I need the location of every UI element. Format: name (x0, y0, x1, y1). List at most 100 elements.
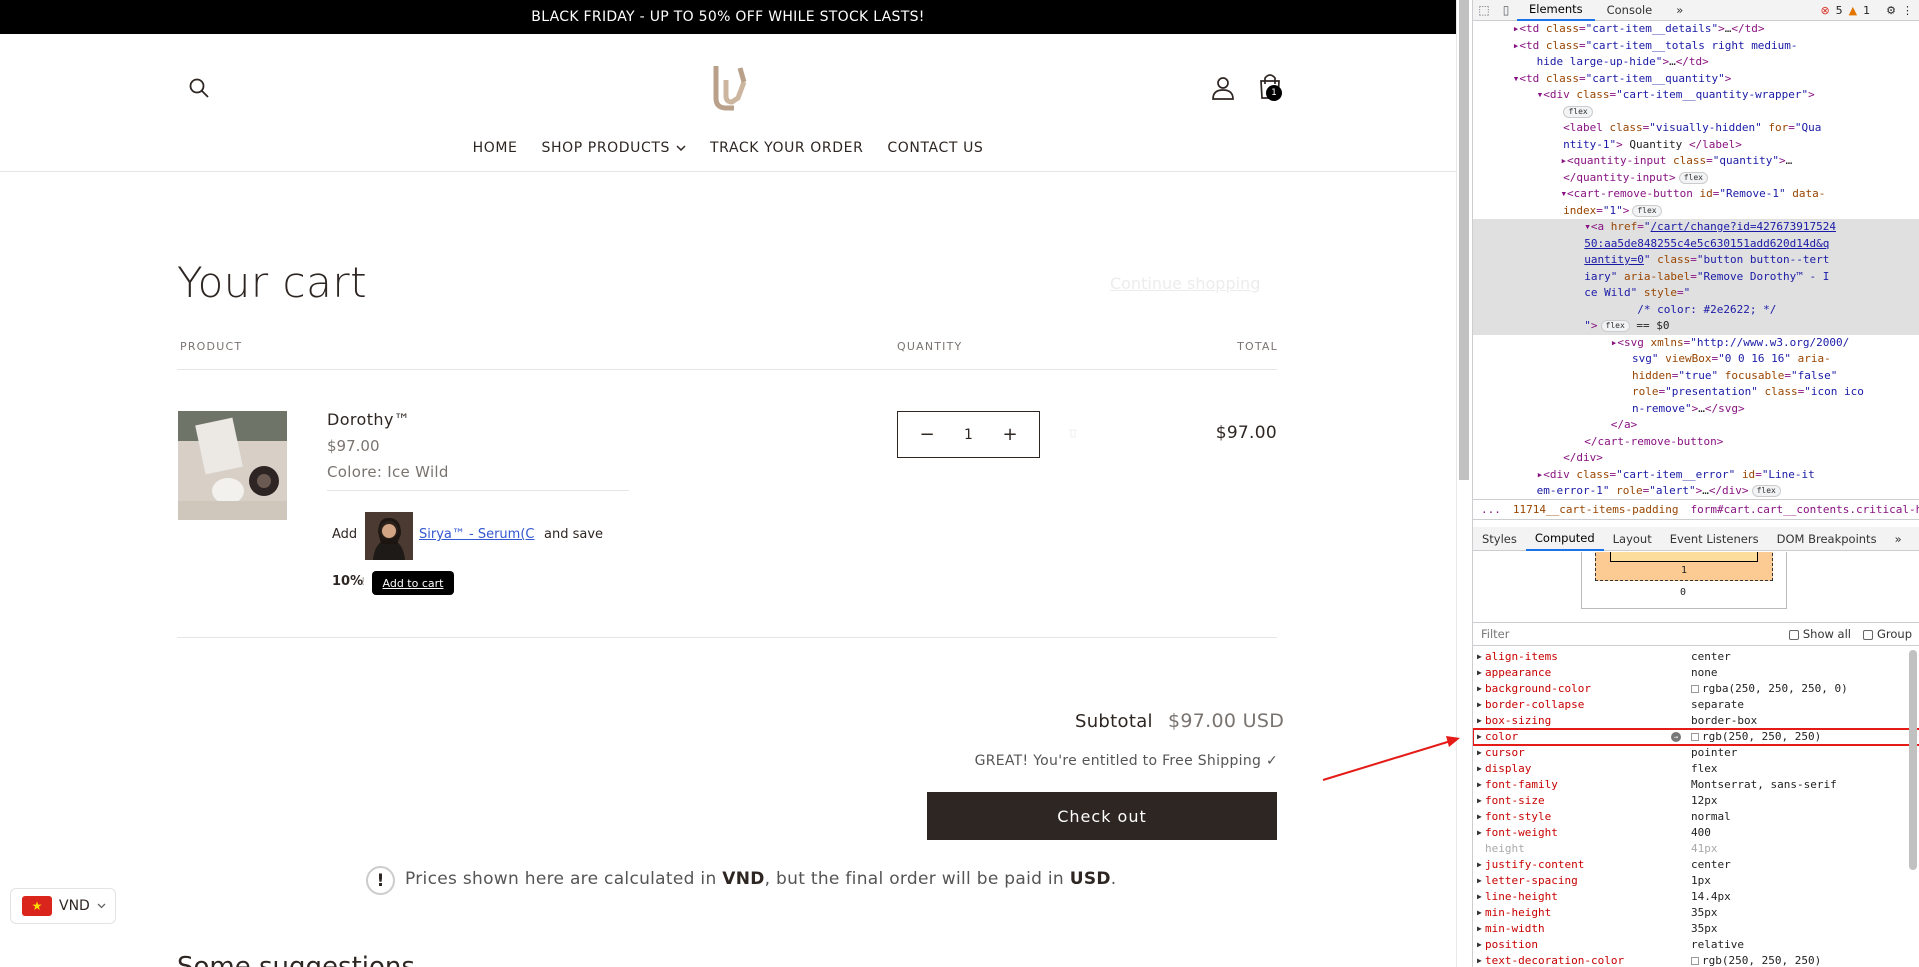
product-name[interactable]: Dorothy™ (327, 410, 410, 429)
quantity-decrease-button[interactable]: − (916, 424, 938, 445)
more-tabs-icon[interactable]: » (1664, 0, 1695, 21)
inspect-element-icon[interactable]: ⬚ (1473, 0, 1495, 21)
computed-property-row[interactable]: ▶ line-height 14.4px (1473, 889, 1919, 905)
computed-property-row[interactable]: ▶ appearance none (1473, 665, 1919, 681)
dom-node-line[interactable]: ce Wild" style=" (1473, 285, 1919, 302)
computed-property-row[interactable]: ▶ cursor pointer (1473, 745, 1919, 761)
dom-node-line[interactable]: flex (1473, 104, 1919, 121)
brand-logo[interactable] (710, 60, 750, 112)
computed-property-row[interactable]: height 41px (1473, 841, 1919, 857)
computed-property-row[interactable]: ▶ color → rgb(250, 250, 250) (1473, 728, 1919, 746)
computed-property-row[interactable]: ▶ background-color rgba(250, 250, 250, 0) (1473, 681, 1919, 697)
expand-triangle-icon[interactable]: ▶ (1473, 953, 1485, 967)
computed-property-row[interactable]: ▶ text-decoration-color rgb(250, 250, 250) (1473, 953, 1919, 967)
computed-property-row[interactable]: ▶ min-width 35px (1473, 921, 1919, 937)
dom-node-line[interactable]: ▸<quantity-input class="quantity">… (1473, 153, 1919, 170)
color-swatch-icon[interactable] (1691, 733, 1699, 741)
nav-shop-products[interactable]: SHOP PRODUCTS (541, 140, 686, 156)
expand-triangle-icon[interactable]: ▶ (1473, 873, 1485, 889)
expand-triangle-icon[interactable]: ▶ (1473, 889, 1485, 905)
expand-triangle-icon[interactable]: ▶ (1473, 745, 1485, 761)
dom-node-line[interactable]: hide large-up-hide">…</td> (1473, 54, 1919, 71)
dom-node-line[interactable]: iary" aria-label="Remove Dorothy™ - I (1473, 268, 1919, 285)
expand-triangle-icon[interactable]: ▶ (1473, 681, 1485, 697)
dom-node-line[interactable]: <label class="visually-hidden" for="Qua (1473, 120, 1919, 137)
computed-property-row[interactable]: ▶ align-items center (1473, 649, 1919, 665)
dom-node-line[interactable]: ▾<td class="cart-item__quantity"> (1473, 71, 1919, 88)
dom-node-line[interactable]: "> flex == $0 (1473, 318, 1919, 335)
goto-source-icon[interactable]: → (1671, 732, 1681, 742)
color-swatch-icon[interactable] (1691, 685, 1699, 693)
continue-shopping-link[interactable]: Continue shopping (1110, 274, 1260, 293)
remove-item-icon[interactable] (1068, 428, 1078, 438)
dom-node-line[interactable]: 50:aa5de848255c4e5c630151add620d14d&q (1473, 235, 1919, 252)
dom-breadcrumb[interactable]: ... 11714__cart-items-padding form#cart.… (1473, 499, 1919, 520)
dom-node-line[interactable]: ▸<svg xmlns="http://www.w3.org/2000/ (1473, 335, 1919, 352)
tab-console[interactable]: Console (1595, 0, 1665, 21)
expand-triangle-icon[interactable]: ▶ (1473, 649, 1485, 665)
dom-node-line[interactable]: ▸<td class="cart-item__totals right medi… (1473, 38, 1919, 55)
dom-node-line[interactable]: uantity=0" class="button button--tert (1473, 252, 1919, 269)
more-subtabs-icon[interactable]: » (1886, 527, 1911, 551)
settings-gear-icon[interactable]: ⚙ (1886, 4, 1896, 17)
expand-triangle-icon[interactable]: ▶ (1473, 761, 1485, 777)
dom-node-line[interactable]: ▸<td class="cart-item__details">…</td> (1473, 21, 1919, 38)
dom-node-line[interactable]: ▾<div class="cart-item__quantity-wrapper… (1473, 87, 1919, 104)
filter-input[interactable]: Filter (1481, 627, 1509, 641)
dom-node-line[interactable]: ntity-1"> Quantity </label> (1473, 137, 1919, 154)
dom-node-line[interactable]: em-error-1" role="alert">…</div> flex (1473, 483, 1919, 499)
dom-node-line[interactable]: role="presentation" class="icon ico (1473, 384, 1919, 401)
upsell-add-to-cart-button[interactable]: Add to cart (372, 571, 454, 595)
tab-elements[interactable]: Elements (1517, 0, 1595, 21)
product-image[interactable] (178, 411, 287, 520)
tab-computed[interactable]: Computed (1525, 527, 1604, 551)
computed-property-row[interactable]: ▶ font-weight 400 (1473, 825, 1919, 841)
expand-triangle-icon[interactable]: ▶ (1473, 905, 1485, 921)
expand-triangle-icon[interactable]: ▶ (1473, 777, 1485, 793)
search-icon[interactable] (187, 76, 211, 100)
computed-property-row[interactable]: ▶ justify-content center (1473, 857, 1919, 873)
expand-triangle-icon[interactable]: ▶ (1473, 825, 1485, 841)
checkout-button[interactable]: Check out (927, 792, 1277, 840)
device-toolbar-icon[interactable]: ▯ (1495, 0, 1517, 21)
computed-property-row[interactable]: ▶ border-collapse separate (1473, 697, 1919, 713)
dom-tree[interactable]: ▸<td class="cart-item__details">…</td> ▸<… (1473, 21, 1919, 499)
nav-contact-us[interactable]: CONTACT US (887, 140, 983, 156)
breadcrumb-overflow-left[interactable]: ... (1481, 503, 1501, 516)
dom-node-line[interactable]: hidden="true" focusable="false" (1473, 368, 1919, 385)
dom-node-line[interactable]: </cart-remove-button> (1473, 434, 1919, 451)
computed-property-row[interactable]: ▶ font-style normal (1473, 809, 1919, 825)
computed-property-row[interactable]: ▶ box-sizing border-box (1473, 713, 1919, 729)
computed-property-row[interactable]: ▶ font-family Montserrat, sans-serif (1473, 777, 1919, 793)
dom-node-line[interactable]: index="1"> flex (1473, 203, 1919, 220)
computed-property-row[interactable]: ▶ display flex (1473, 761, 1919, 777)
dom-node-line[interactable]: /* color: #2e2622; */ (1473, 301, 1919, 318)
expand-triangle-icon[interactable]: ▶ (1473, 713, 1485, 729)
more-options-icon[interactable]: ⋮ (1902, 4, 1913, 17)
nav-track-order[interactable]: TRACK YOUR ORDER (710, 140, 863, 156)
computed-scroll-thumb[interactable] (1909, 650, 1917, 870)
color-swatch-icon[interactable] (1691, 957, 1699, 965)
tab-event-listeners[interactable]: Event Listeners (1661, 527, 1768, 551)
dom-node-line[interactable]: n-remove">…</svg> (1473, 401, 1919, 418)
expand-triangle-icon[interactable]: ▶ (1473, 937, 1485, 953)
expand-triangle-icon[interactable]: ▶ (1473, 857, 1485, 873)
dom-node-line[interactable]: ▾<a href="/cart/change?id=427673917524 (1473, 219, 1919, 236)
account-icon[interactable] (1210, 75, 1236, 101)
nav-home[interactable]: HOME (473, 140, 518, 156)
expand-triangle-icon[interactable]: ▶ (1473, 809, 1485, 825)
dom-node-line[interactable]: svg" viewBox="0 0 16 16" aria- (1473, 351, 1919, 368)
computed-property-row[interactable]: ▶ min-height 35px (1473, 905, 1919, 921)
upsell-product-link[interactable]: Sirya™ - Serum(C (419, 527, 534, 542)
dom-node-line[interactable]: </quantity-input> flex (1473, 170, 1919, 187)
quantity-input[interactable]: 1 (964, 427, 973, 443)
breadcrumb-item[interactable]: 11714__cart-items-padding (1513, 503, 1679, 516)
dom-node-line[interactable]: ▾<cart-remove-button id="Remove-1" data- (1473, 186, 1919, 203)
quantity-increase-button[interactable]: + (999, 424, 1021, 445)
dom-node-line[interactable]: </div> (1473, 450, 1919, 467)
expand-triangle-icon[interactable]: ▶ (1473, 921, 1485, 937)
dom-node-line[interactable]: </a> (1473, 417, 1919, 434)
page-scroll-thumb[interactable] (1459, 0, 1469, 480)
expand-triangle-icon[interactable]: ▶ (1473, 729, 1485, 745)
computed-property-row[interactable]: ▶ position relative (1473, 937, 1919, 953)
